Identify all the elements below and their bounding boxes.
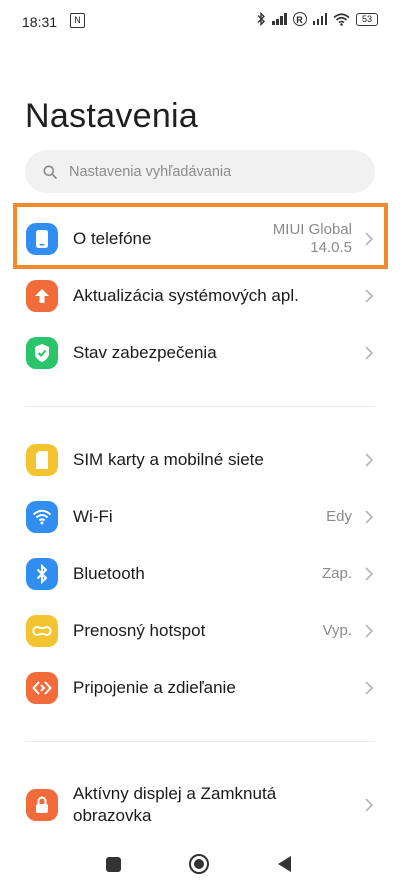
lock-icon: [26, 789, 58, 821]
settings-item-hotspot[interactable]: Prenosný hotspot Vyp.: [0, 603, 400, 659]
bluetooth-status-icon: [257, 12, 265, 26]
settings-item-connection-sharing[interactable]: Pripojenie a zdieľanie: [0, 660, 400, 716]
chevron-right-icon: [365, 453, 374, 467]
item-value: MIUI Global 14.0.5: [272, 221, 352, 256]
nfc-icon: N: [70, 13, 85, 28]
status-icons: R 53: [257, 12, 378, 26]
section-divider: [25, 406, 375, 407]
search-placeholder: Nastavenia vyhľadávania: [69, 163, 232, 180]
battery-icon: 53: [356, 12, 378, 26]
item-value: Vyp.: [322, 622, 352, 639]
search-input[interactable]: Nastavenia vyhľadávania: [25, 150, 375, 193]
signal-icon-2: [312, 13, 327, 25]
status-bar: 18:31 N R 53: [0, 0, 400, 42]
roaming-icon: R: [292, 12, 307, 26]
arrow-up-icon: [26, 280, 58, 312]
hotspot-icon: [26, 615, 58, 647]
item-label: Bluetooth: [73, 564, 145, 583]
home-button[interactable]: [189, 854, 209, 874]
signal-icon-1: [272, 13, 287, 25]
wifi-status-icon: [333, 12, 350, 26]
back-button[interactable]: [278, 856, 291, 872]
settings-item-lock-screen[interactable]: Aktívny displej a Zamknutá obrazovka: [0, 776, 400, 834]
chevron-right-icon: [365, 567, 374, 581]
item-label: Pripojenie a zdieľanie: [73, 678, 236, 697]
item-label: Wi-Fi: [73, 507, 113, 526]
chevron-right-icon: [365, 624, 374, 638]
search-icon: [43, 165, 57, 179]
chevron-right-icon: [365, 232, 374, 246]
settings-item-sim-cards[interactable]: SIM karty a mobilné siete: [0, 432, 400, 488]
chevron-right-icon: [365, 289, 374, 303]
shield-check-icon: [26, 337, 58, 369]
item-label: Prenosný hotspot: [73, 621, 206, 640]
page-title: Nastavenia: [25, 97, 199, 135]
phone-icon: [26, 223, 58, 255]
item-label: Stav zabezpečenia: [73, 343, 217, 362]
sim-card-icon: [26, 444, 58, 476]
item-label: Aktívny displej a Zamknutá obrazovka: [73, 784, 277, 825]
chevron-right-icon: [365, 510, 374, 524]
settings-item-security-status[interactable]: Stav zabezpečenia: [0, 325, 400, 381]
recents-button[interactable]: [106, 857, 121, 872]
item-value: Zap.: [321, 565, 352, 582]
item-label: SIM karty a mobilné siete: [73, 450, 264, 469]
bluetooth-icon: [26, 558, 58, 590]
settings-item-about-phone[interactable]: O telefóne MIUI Global 14.0.5: [0, 211, 400, 267]
chevron-right-icon: [365, 798, 374, 812]
home-dot-icon: [194, 859, 204, 869]
navigation-bar: [0, 840, 400, 889]
status-time: 18:31: [22, 14, 58, 30]
section-divider: [25, 741, 375, 742]
item-label: O telefóne: [73, 229, 152, 248]
settings-item-system-apps-update[interactable]: Aktualizácia systémových apl.: [0, 268, 400, 324]
item-label: Aktualizácia systémových apl.: [73, 286, 299, 305]
settings-item-bluetooth[interactable]: Bluetooth Zap.: [0, 546, 400, 602]
chevron-right-icon: [365, 346, 374, 360]
settings-item-wifi[interactable]: Wi-Fi Edy: [0, 489, 400, 545]
chevron-right-icon: [365, 681, 374, 695]
connection-sharing-icon: [26, 672, 58, 704]
wifi-icon: [26, 501, 58, 533]
item-value: Edy: [326, 508, 352, 525]
